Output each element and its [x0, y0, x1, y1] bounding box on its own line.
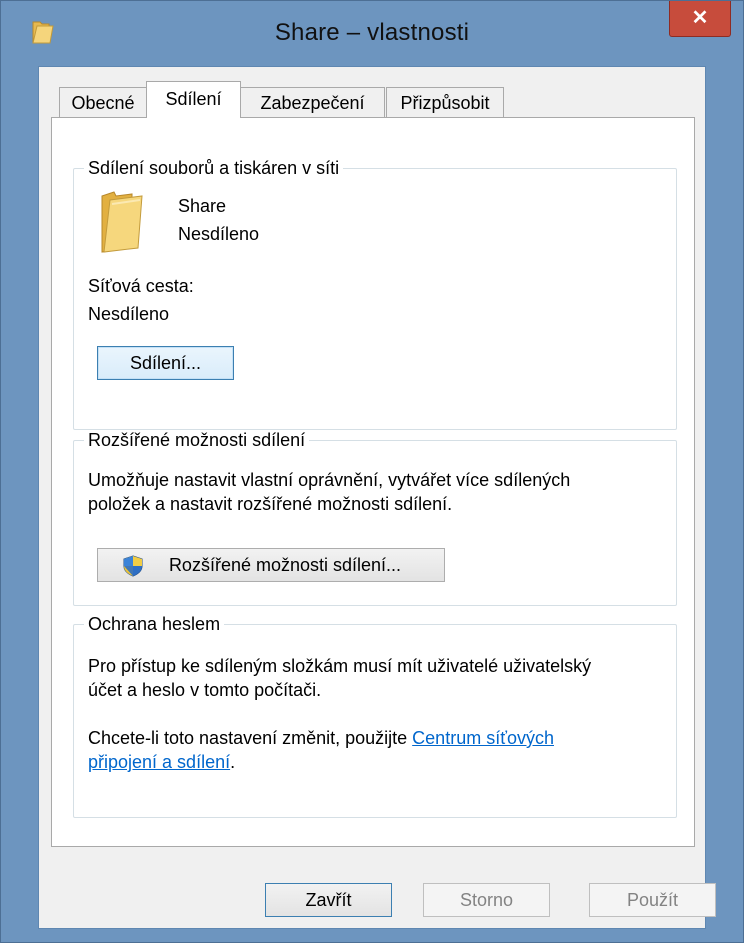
password-description-line-1: Pro přístup ke sdíleným složkám musí mít… — [88, 656, 592, 676]
properties-window: Share – vlastnosti ✕ Obecné Sdílení Zabe… — [0, 0, 744, 943]
network-path-label: Síťová cesta: — [88, 276, 194, 296]
password-description-line-2: účet a heslo v tomto počítači. — [88, 680, 322, 700]
sharing-tab-panel: Sdílení souborů a tiskáren v síti Share … — [51, 117, 695, 847]
change-settings-prefix: Chcete-li toto nastavení změnit, použijt… — [88, 728, 413, 748]
advanced-description-line-1: Umožňuje nastavit vlastní oprávnění, vyt… — [88, 470, 571, 490]
network-sharing-legend: Sdílení souborů a tiskáren v síti — [88, 158, 340, 178]
tab-zabezpeceni[interactable]: Zabezpečení — [240, 87, 385, 117]
folder-status: Nesdíleno — [178, 224, 260, 244]
change-settings-text: Chcete-li toto nastavení změnit, použijt… — [88, 726, 678, 774]
share-button[interactable]: Sdílení... — [97, 346, 234, 380]
password-protection-legend: Ochrana heslem — [88, 614, 221, 634]
apply-button[interactable]: Použít — [589, 883, 716, 917]
folder-icon — [101, 191, 143, 253]
advanced-sharing-button-label: Rozšířené možnosti sdílení... — [168, 555, 402, 575]
title-bar[interactable]: Share – vlastnosti ✕ — [1, 1, 743, 59]
window-title: Share – vlastnosti — [274, 19, 470, 46]
advanced-description-line-2: položek a nastavit rozšířené možnosti sd… — [88, 494, 453, 514]
close-button[interactable]: ✕ — [669, 1, 731, 37]
network-path-value: Nesdíleno — [88, 304, 170, 324]
password-description: Pro přístup ke sdíleným složkám musí mít… — [88, 654, 678, 702]
tab-obecne[interactable]: Obecné — [59, 87, 147, 117]
folder-name: Share — [178, 196, 227, 216]
dialog-client: Obecné Sdílení Zabezpečení Přizpůsobit S… — [38, 66, 716, 929]
tab-prizpusobit[interactable]: Přizpůsobit — [386, 87, 504, 117]
tab-sdileni[interactable]: Sdílení — [146, 81, 241, 118]
network-center-link-line-2[interactable]: připojení a sdílení — [88, 752, 230, 772]
change-settings-suffix: . — [230, 752, 236, 772]
advanced-sharing-button[interactable]: Rozšířené možnosti sdílení... — [97, 548, 445, 582]
advanced-sharing-legend: Rozšířené možnosti sdílení — [88, 430, 306, 450]
uac-shield-icon — [123, 555, 143, 577]
cancel-button[interactable]: Storno — [423, 883, 550, 917]
advanced-description: Umožňuje nastavit vlastní oprávnění, vyt… — [88, 468, 668, 516]
network-center-link-line-1[interactable]: Centrum síťových — [412, 728, 554, 748]
close-dialog-button[interactable]: Zavřít — [265, 883, 392, 917]
password-protection-group: Ochrana heslem — [73, 614, 677, 818]
